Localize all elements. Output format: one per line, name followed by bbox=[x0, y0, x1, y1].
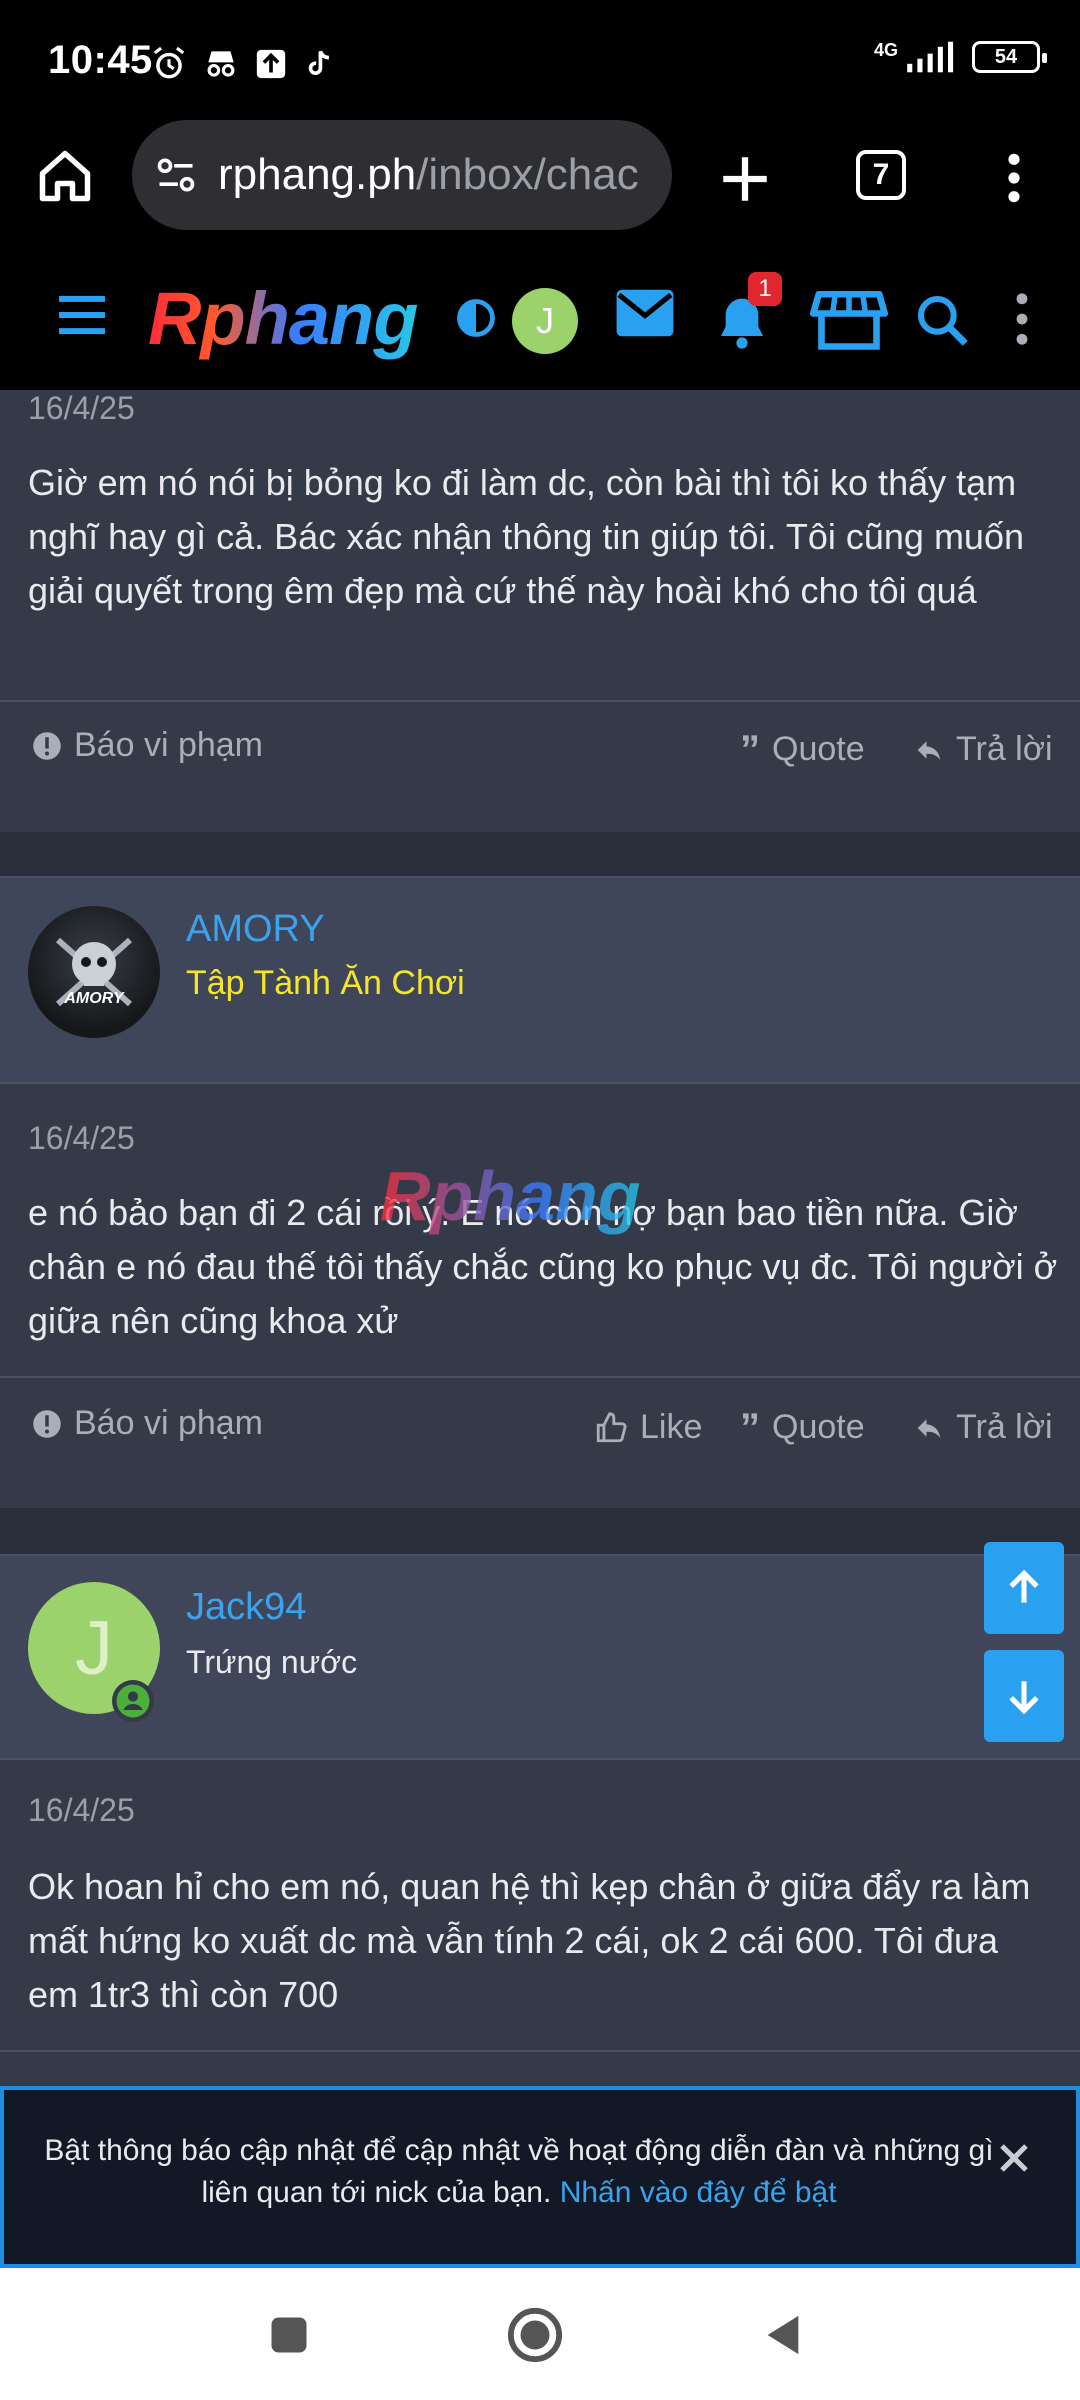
arrow-down-icon bbox=[1009, 1681, 1039, 1715]
site-logo[interactable]: Rphang bbox=[148, 276, 418, 361]
url-host: rphang.ph bbox=[218, 150, 417, 199]
like-icon bbox=[596, 1411, 627, 1442]
divider bbox=[0, 2050, 1080, 2052]
status-bar: 10:45 4G 54 bbox=[0, 0, 1080, 110]
store-icon[interactable] bbox=[810, 286, 888, 352]
post-separator bbox=[0, 832, 1080, 876]
signal-icon bbox=[907, 41, 954, 73]
post-card: 16/4/25 Ok hoan hỉ cho em nó, quan hệ th… bbox=[0, 1760, 1080, 2086]
battery-level: 54 bbox=[994, 45, 1018, 68]
quote-label: Quote bbox=[772, 1408, 865, 1446]
tiktok-icon bbox=[308, 50, 330, 75]
post-actions: Báo vi phạm Like ” Quote Trả lời bbox=[0, 1404, 1080, 1484]
scroll-to-bottom-button[interactable] bbox=[984, 1650, 1064, 1742]
site-settings-icon[interactable] bbox=[152, 153, 200, 197]
notification-badge: 1 bbox=[748, 272, 782, 306]
report-icon bbox=[33, 1409, 61, 1438]
browser-menu-icon[interactable] bbox=[994, 150, 1034, 206]
author-user-title: Trứng nước bbox=[186, 1644, 358, 1680]
network-type: 4G bbox=[873, 39, 898, 60]
report-button[interactable]: Báo vi phạm bbox=[32, 1404, 263, 1443]
reply-label: Trả lời bbox=[956, 730, 1053, 768]
battery-icon: 54 bbox=[972, 41, 1047, 73]
post-body: Ok hoan hỉ cho em nó, quan hệ thì kẹp ch… bbox=[28, 1866, 1031, 2015]
system-navigation-bar bbox=[0, 2268, 1080, 2400]
url-bar[interactable]: rphang.ph/inbox/chac bbox=[132, 120, 672, 230]
like-label: Like bbox=[640, 1408, 703, 1446]
like-button[interactable]: Like bbox=[594, 1408, 702, 1447]
user-avatar-letter: J bbox=[536, 300, 554, 341]
recent-apps-button[interactable] bbox=[268, 2314, 310, 2356]
quote-label: Quote bbox=[772, 730, 865, 768]
search-icon[interactable] bbox=[914, 292, 970, 348]
hamburger-menu-icon[interactable] bbox=[54, 292, 110, 338]
divider bbox=[0, 1376, 1080, 1378]
browser-toolbar: rphang.ph/inbox/chac 7 bbox=[0, 110, 1080, 240]
home-button[interactable] bbox=[506, 2306, 564, 2364]
notification-banner-text: Bật thông báo cập nhật để cập nhật về ho… bbox=[44, 2134, 994, 2209]
quote-button[interactable]: ” Quote bbox=[740, 1405, 865, 1450]
upload-icon bbox=[256, 49, 286, 79]
report-icon bbox=[33, 731, 61, 760]
reply-button[interactable]: Trả lời bbox=[914, 730, 1053, 769]
author-avatar[interactable]: AMORY bbox=[28, 906, 160, 1038]
post-date: 16/4/25 bbox=[28, 390, 135, 426]
skull-emblem-icon bbox=[56, 937, 132, 1007]
theme-toggle-icon[interactable] bbox=[454, 296, 498, 340]
back-button[interactable] bbox=[760, 2310, 806, 2360]
tab-switcher-button[interactable]: 7 bbox=[856, 150, 906, 200]
quote-icon: ” bbox=[740, 727, 760, 772]
home-icon[interactable] bbox=[34, 146, 96, 206]
report-label: Báo vi phạm bbox=[74, 1404, 263, 1442]
author-avatar-letter: J bbox=[75, 1605, 113, 1691]
tab-count: 7 bbox=[872, 158, 890, 191]
post-author-header: J Jack94 Trứng nước bbox=[0, 1554, 1080, 1760]
watermark-logo: Rphang bbox=[380, 1157, 641, 1235]
online-status-icon bbox=[112, 1680, 154, 1722]
reply-icon bbox=[917, 1418, 941, 1438]
post-date: 16/4/25 bbox=[28, 1792, 135, 1828]
author-user-title: Tập Tành Ăn Chơi bbox=[186, 964, 465, 1002]
push-notification-banner: Bật thông báo cập nhật để cập nhật về ho… bbox=[0, 2086, 1080, 2268]
author-avatar-text: AMORY bbox=[64, 990, 124, 1007]
reply-label: Trả lời bbox=[956, 1408, 1053, 1446]
inbox-icon[interactable] bbox=[614, 286, 676, 340]
post-date: 16/4/25 bbox=[28, 1120, 135, 1156]
site-header: Rphang J 1 bbox=[0, 240, 1080, 390]
quote-icon: ” bbox=[740, 1405, 760, 1450]
user-avatar[interactable]: J bbox=[512, 288, 578, 354]
post-actions: Báo vi phạm ” Quote Trả lời bbox=[0, 726, 1080, 806]
reply-button[interactable]: Trả lời bbox=[914, 1408, 1053, 1447]
arrow-up-icon bbox=[1009, 1569, 1039, 1603]
quote-button[interactable]: ” Quote bbox=[740, 727, 865, 772]
alarm-icon bbox=[153, 46, 185, 79]
author-name[interactable]: Jack94 bbox=[186, 1586, 306, 1629]
post-author-header: AMORY AMORY Tập Tành Ăn Chơi bbox=[0, 876, 1080, 1084]
more-options-icon[interactable] bbox=[1008, 292, 1036, 346]
report-label: Báo vi phạm bbox=[74, 726, 263, 764]
scroll-to-top-button[interactable] bbox=[984, 1542, 1064, 1634]
new-tab-icon[interactable] bbox=[716, 150, 774, 208]
reply-icon bbox=[917, 740, 941, 760]
close-icon[interactable] bbox=[996, 2140, 1032, 2176]
incognito-icon bbox=[207, 51, 235, 77]
author-name[interactable]: AMORY bbox=[186, 908, 325, 951]
enable-notifications-link[interactable]: Nhấn vào đây để bật bbox=[560, 2176, 837, 2209]
post-card: 16/4/25 Giờ em nó nói bị bỏng ko đi làm … bbox=[0, 390, 1080, 832]
divider bbox=[0, 700, 1080, 702]
post-body: Giờ em nó nói bị bỏng ko đi làm dc, còn … bbox=[28, 462, 1024, 611]
report-button[interactable]: Báo vi phạm bbox=[32, 726, 263, 765]
status-time: 10:45 bbox=[48, 38, 153, 82]
url-path: /inbox/chac bbox=[416, 150, 639, 199]
post-separator bbox=[0, 1508, 1080, 1554]
post-card: 16/4/25 e nó bảo bạn đi 2 cái rồi ý. E n… bbox=[0, 1084, 1080, 1508]
